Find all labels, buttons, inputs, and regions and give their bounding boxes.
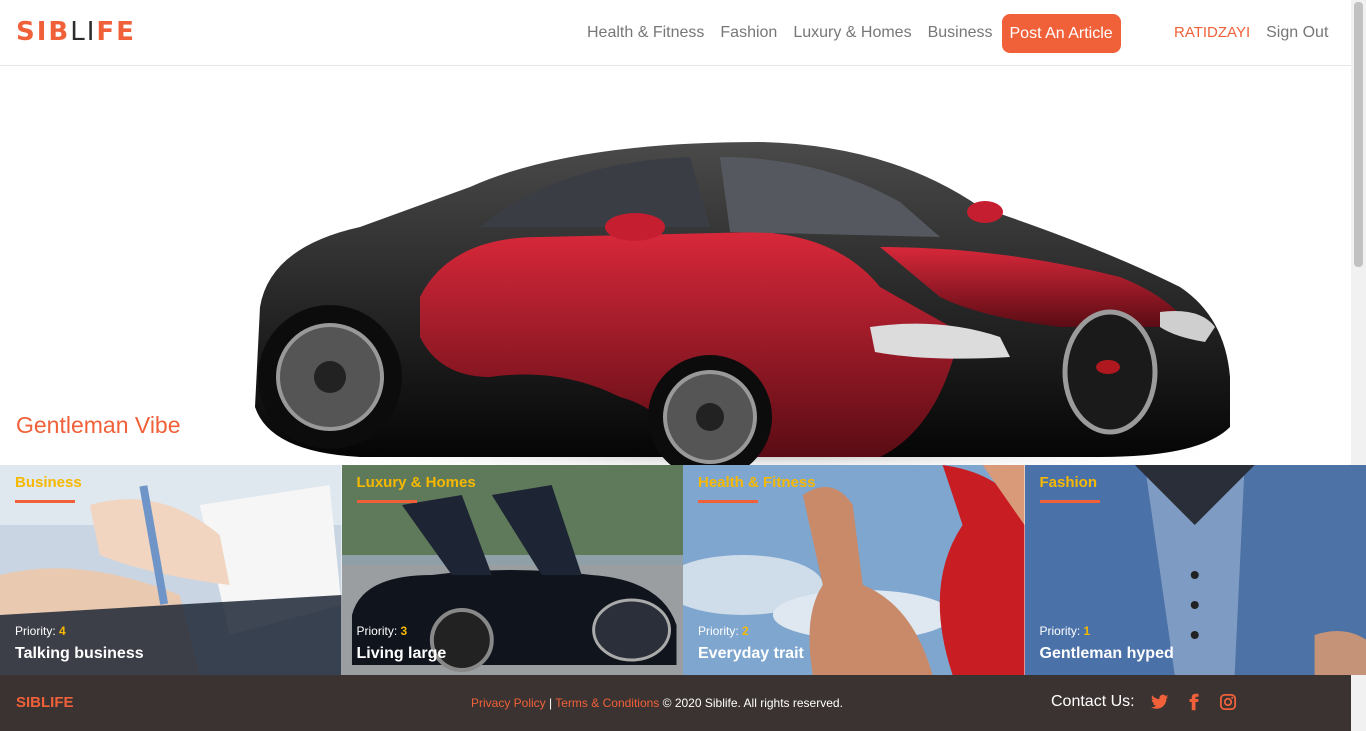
- priority-label: Priority:: [1039, 624, 1081, 638]
- business-card-image: [0, 465, 342, 675]
- card-category[interactable]: Fashion: [1040, 474, 1098, 491]
- priority-value: 4: [59, 624, 66, 638]
- card-title[interactable]: Living large: [357, 645, 447, 663]
- priority-value: 2: [742, 624, 749, 638]
- card-category-underline: [15, 500, 75, 503]
- fitness-card-image: [683, 465, 1025, 675]
- category-card-business[interactable]: Business Priority: 4 Talking business: [0, 465, 342, 675]
- brand-logo[interactable]: SIBLIFE: [16, 17, 136, 47]
- footer-legal: Privacy Policy | Terms & Conditions © 20…: [471, 696, 843, 710]
- fashion-card-image: [1024, 465, 1366, 675]
- scrollbar-thumb[interactable]: [1354, 2, 1363, 267]
- luxury-card-image: [341, 465, 683, 675]
- priority-label: Priority:: [356, 624, 398, 638]
- hero-car-image: [255, 142, 1240, 465]
- footer: SIBLIFE Privacy Policy | Terms & Conditi…: [0, 675, 1351, 731]
- instagram-icon[interactable]: [1219, 693, 1237, 711]
- brand-part-1: SIB: [16, 17, 71, 47]
- category-cards: Business Priority: 4 Talking business Lu…: [0, 465, 1366, 675]
- card-category[interactable]: Health & Fitness: [698, 474, 816, 491]
- brand-part-2: LI: [70, 17, 97, 47]
- privacy-policy-link[interactable]: Privacy Policy: [471, 696, 546, 710]
- copyright-text: © 2020 Siblife. All rights reserved.: [659, 696, 843, 710]
- nav-links: Health & Fitness Fashion Luxury & Homes …: [579, 13, 1121, 53]
- terms-link[interactable]: Terms & Conditions: [555, 696, 659, 710]
- category-card-health-fitness[interactable]: Health & Fitness Priority: 2 Everyday tr…: [683, 465, 1025, 675]
- card-priority: Priority: 3: [357, 624, 408, 638]
- card-category[interactable]: Luxury & Homes: [357, 474, 476, 491]
- category-card-fashion[interactable]: Fashion Priority: 1 Gentleman hyped: [1024, 465, 1366, 675]
- card-title[interactable]: Gentleman hyped: [1040, 645, 1174, 663]
- category-card-luxury-homes[interactable]: Luxury & Homes Priority: 3 Living large: [341, 465, 683, 675]
- hero-title[interactable]: Gentleman Vibe: [16, 412, 181, 439]
- priority-label: Priority:: [698, 624, 739, 638]
- card-priority: Priority: 2: [698, 624, 749, 638]
- footer-brand[interactable]: SIBLIFE: [16, 694, 74, 711]
- card-category-underline: [356, 500, 417, 503]
- brand-part-3: FE: [96, 17, 136, 47]
- user-name-link[interactable]: RATIDZAYI: [1166, 14, 1258, 52]
- card-category[interactable]: Business: [15, 474, 82, 491]
- priority-label: Priority:: [15, 624, 56, 638]
- nav-link-luxury-homes[interactable]: Luxury & Homes: [785, 14, 919, 52]
- priority-value: 1: [1083, 624, 1091, 638]
- contact-label: Contact Us:: [1051, 693, 1135, 710]
- card-title[interactable]: Talking business: [15, 645, 144, 663]
- facebook-icon[interactable]: [1185, 693, 1203, 711]
- twitter-icon[interactable]: [1150, 693, 1169, 711]
- hero-banner[interactable]: Gentleman Vibe: [0, 67, 1351, 465]
- post-article-button[interactable]: Post An Article: [1001, 13, 1121, 53]
- user-area: RATIDZAYI Sign Out: [1166, 14, 1336, 52]
- nav-link-health-fitness[interactable]: Health & Fitness: [579, 14, 712, 52]
- navbar: SIBLIFE Health & Fitness Fashion Luxury …: [0, 0, 1351, 66]
- legal-separator: |: [545, 696, 556, 710]
- priority-value: 3: [400, 624, 408, 638]
- card-priority: Priority: 4: [15, 624, 66, 638]
- nav-link-fashion[interactable]: Fashion: [712, 14, 785, 52]
- card-category-underline: [1039, 500, 1100, 503]
- sign-out-link[interactable]: Sign Out: [1258, 14, 1336, 52]
- card-category-underline: [698, 500, 758, 503]
- nav-link-business[interactable]: Business: [920, 14, 1001, 52]
- footer-brand-b: LIFE: [41, 694, 74, 711]
- footer-brand-a: SIB: [16, 694, 42, 711]
- card-title[interactable]: Everyday trait: [698, 645, 804, 663]
- contact-us: Contact Us:: [1051, 693, 1237, 711]
- card-priority: Priority: 1: [1040, 624, 1091, 638]
